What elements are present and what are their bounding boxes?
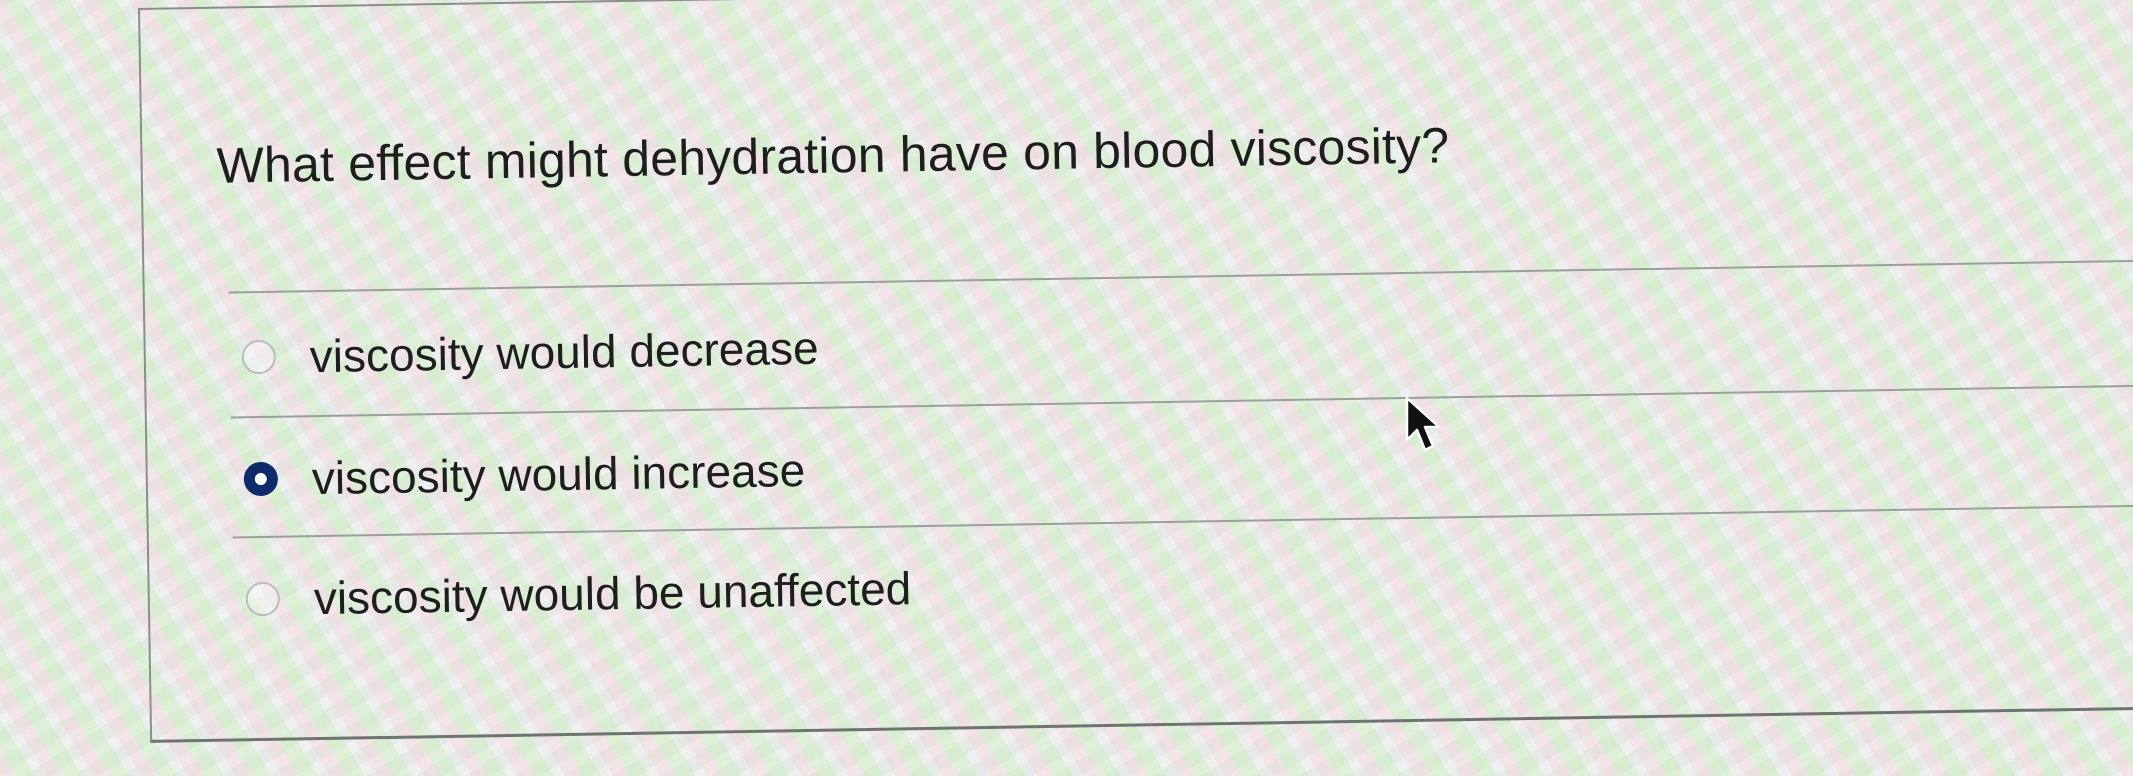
option-label: viscosity would increase [311, 444, 806, 505]
option-label: viscosity would decrease [309, 321, 819, 383]
question-text: What effect might dehydration have on bl… [216, 117, 1450, 194]
radio-button[interactable] [241, 339, 277, 375]
divider [232, 503, 2133, 539]
option-unaffected[interactable]: viscosity would be unaffected [245, 561, 912, 626]
photo-of-screen: What effect might dehydration have on bl… [0, 0, 2133, 776]
option-increase[interactable]: viscosity would increase [243, 443, 806, 506]
radio-button-selected[interactable] [243, 461, 279, 497]
option-label: viscosity would be unaffected [313, 562, 912, 625]
divider [228, 258, 2133, 294]
mouse-pointer-icon [1405, 396, 1441, 452]
option-decrease[interactable]: viscosity would decrease [241, 321, 819, 385]
question-panel: What effect might dehydration have on bl… [138, 0, 2133, 743]
radio-button[interactable] [245, 581, 281, 617]
divider [230, 383, 2133, 419]
